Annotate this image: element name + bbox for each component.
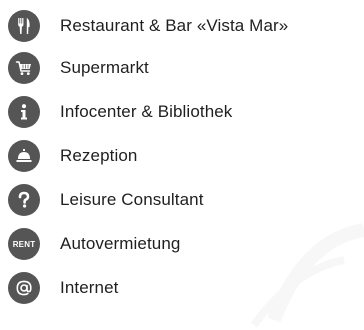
legend-label: Rezeption — [60, 146, 138, 165]
reception-bell-icon — [8, 140, 40, 172]
legend-label: Autovermietung — [60, 234, 181, 253]
legend-item-leisure-consultant: Leisure Consultant — [8, 178, 364, 222]
legend-label: Supermarkt — [60, 58, 149, 77]
legend-label: Restaurant & Bar «Vista Mar» — [60, 16, 289, 35]
legend-item-reception: Rezeption — [8, 134, 364, 178]
legend-item-restaurant: Restaurant & Bar «Vista Mar» — [8, 6, 364, 46]
fork-knife-icon — [8, 10, 40, 42]
legend-label: Leisure Consultant — [60, 190, 204, 209]
legend-item-infocenter: Infocenter & Bibliothek — [8, 90, 364, 134]
info-icon — [8, 96, 40, 128]
rent-icon: RENT — [8, 228, 40, 260]
legend-label: Internet — [60, 278, 119, 297]
rent-badge-text: RENT — [12, 239, 36, 249]
legend-item-supermarket: Supermarkt — [8, 46, 364, 90]
question-mark-icon — [8, 184, 40, 216]
legend-item-car-rental: RENT Autovermietung — [8, 222, 364, 266]
at-sign-icon — [8, 272, 40, 304]
legend-item-internet: Internet — [8, 266, 364, 310]
shopping-cart-icon — [8, 52, 40, 84]
legend-label: Infocenter & Bibliothek — [60, 102, 233, 121]
facility-legend: Restaurant & Bar «Vista Mar» Supermarkt … — [8, 6, 364, 310]
